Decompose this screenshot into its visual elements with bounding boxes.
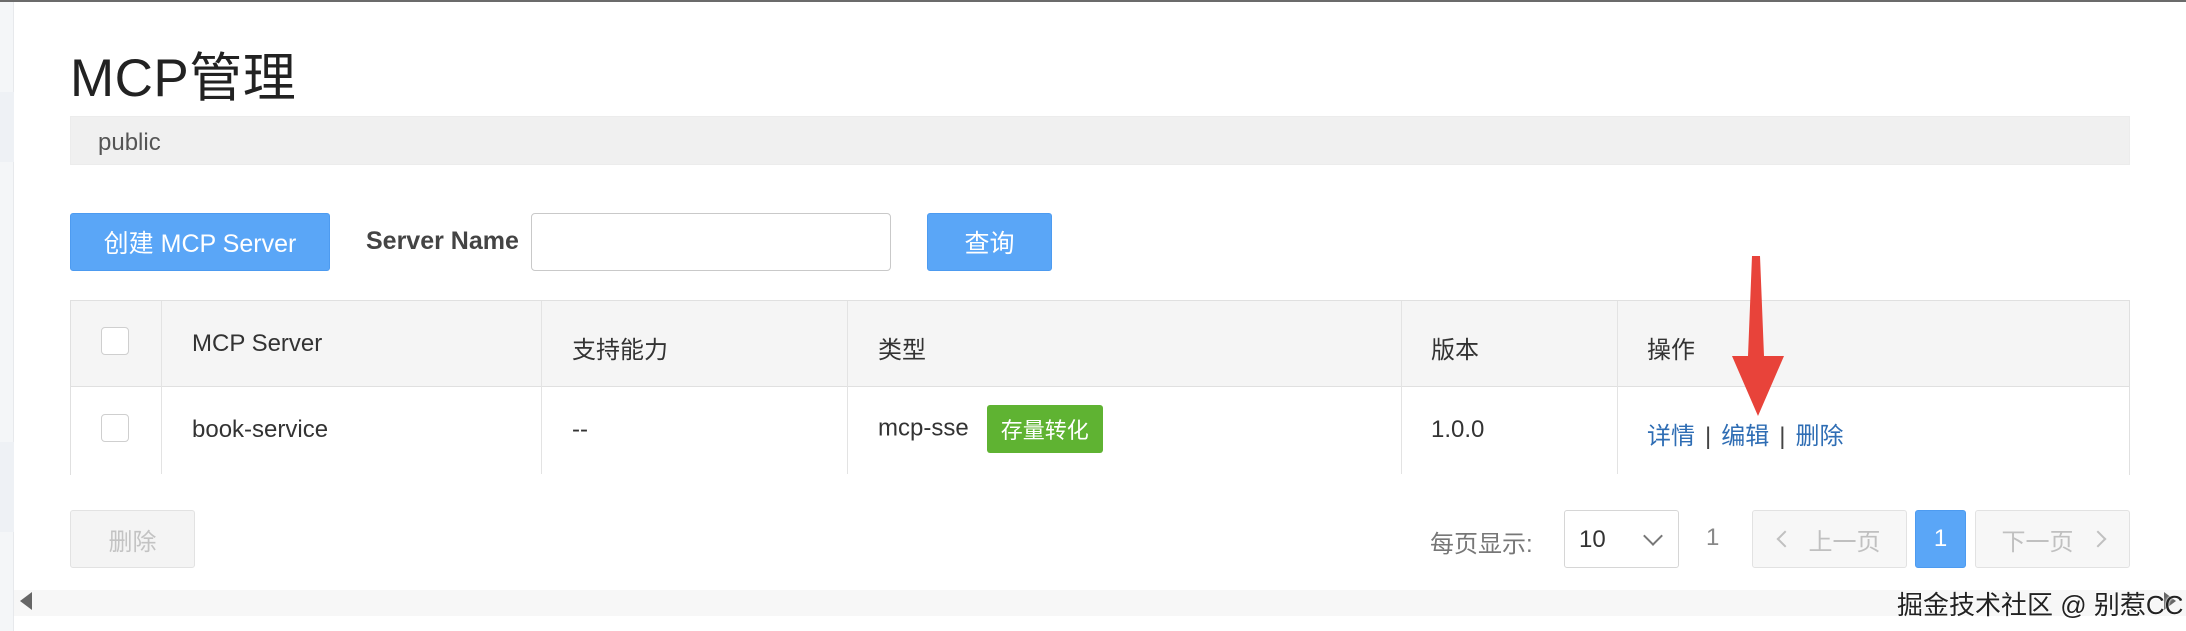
row-server-name: book-service [192, 416, 329, 443]
row-version: 1.0.0 [1431, 416, 1485, 443]
detail-link[interactable]: 详情 [1647, 423, 1695, 450]
horizontal-scrollbar[interactable] [14, 590, 2186, 616]
query-button[interactable]: 查询 [927, 213, 1052, 271]
column-divider [541, 301, 542, 474]
watermark: 掘金技术社区 @ 别惹CC [1897, 590, 2184, 620]
page-title: MCP管理 [70, 49, 297, 108]
namespace-bar: public [70, 116, 2130, 165]
chevron-right-icon [2089, 530, 2106, 548]
next-page-label: 下一页 [2001, 528, 2074, 556]
left-sidebar-edge [0, 2, 14, 631]
red-arrow-down-icon [1732, 256, 1784, 416]
header-capability: 支持能力 [572, 337, 668, 364]
column-divider [847, 301, 848, 474]
batch-delete-button[interactable]: 删除 [70, 510, 195, 568]
action-separator: | [1705, 423, 1712, 450]
per-page-select[interactable]: 10 [1564, 510, 1679, 568]
header-type: 类型 [878, 337, 926, 364]
sidebar-band [0, 442, 14, 532]
create-mcp-server-button[interactable]: 创建 MCP Server [70, 213, 330, 271]
app-window: MCP管理 public 创建 MCP Server Server Name 查… [0, 0, 2186, 631]
delete-link[interactable]: 删除 [1795, 423, 1843, 450]
column-divider [1401, 301, 1402, 474]
header-mcp-server: MCP Server [192, 330, 323, 357]
type-tag: 存量转化 [986, 405, 1103, 453]
row-checkbox[interactable] [101, 414, 129, 442]
table-row: book-service -- mcp-sse 存量转化 1.0.0 详情 | 编辑 |… [71, 387, 2129, 475]
row-type: mcp-sse [878, 414, 969, 442]
select-all-checkbox[interactable] [101, 327, 129, 355]
scroll-left-icon[interactable] [20, 592, 32, 610]
per-page-label: 每页显示: [1430, 531, 1533, 558]
row-capability: -- [572, 416, 588, 443]
header-version: 版本 [1431, 337, 1479, 364]
server-name-label: Server Name [366, 227, 519, 255]
row-type-cell: mcp-sse 存量转化 [878, 405, 1103, 453]
prev-page-button[interactable]: 上一页 [1752, 510, 1907, 568]
chevron-left-icon [1776, 530, 1793, 548]
chevron-down-icon [1643, 526, 1663, 546]
per-page-value: 10 [1579, 526, 1606, 553]
column-divider [1617, 301, 1618, 474]
header-actions: 操作 [1647, 337, 1695, 364]
server-name-input[interactable] [531, 213, 891, 271]
action-separator: | [1779, 423, 1786, 450]
window-top-border [0, 0, 2186, 2]
column-divider [161, 301, 162, 474]
row-actions: 详情 | 编辑 | 删除 [1647, 416, 1843, 451]
mcp-server-table: MCP Server 支持能力 类型 版本 操作 book-service --… [70, 300, 2130, 475]
table-header: MCP Server 支持能力 类型 版本 操作 [71, 301, 2129, 387]
sidebar-band [0, 92, 14, 162]
namespace-label: public [98, 129, 161, 156]
edit-link[interactable]: 编辑 [1721, 423, 1769, 450]
next-page-button[interactable]: 下一页 [1975, 510, 2130, 568]
current-page-button[interactable]: 1 [1915, 510, 1966, 568]
prev-page-label: 上一页 [1808, 528, 1881, 556]
total-pages: 1 [1706, 524, 1720, 551]
